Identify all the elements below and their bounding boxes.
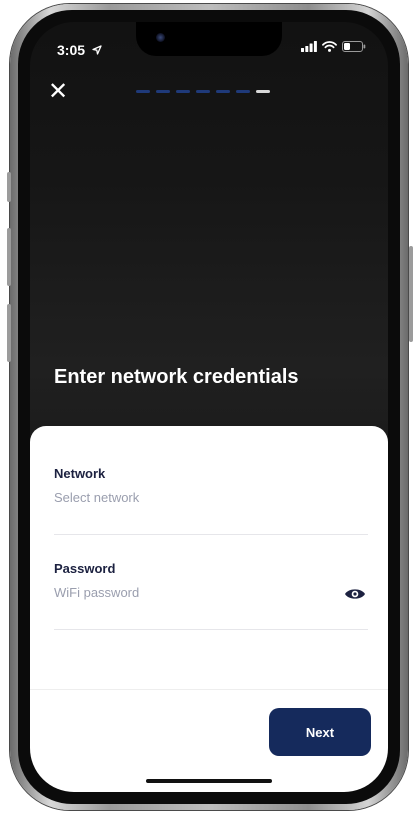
eye-icon[interactable] (344, 587, 366, 601)
home-indicator (146, 779, 272, 783)
password-field: Password (54, 561, 368, 630)
footer-divider (30, 689, 388, 690)
close-button[interactable]: ✕ (46, 80, 70, 104)
progress-step-complete (196, 90, 210, 93)
next-button[interactable]: Next (269, 708, 371, 756)
progress-step-complete (136, 90, 150, 93)
page-title: Enter network credentials (54, 366, 299, 388)
credentials-sheet: Network Password Next (30, 426, 388, 792)
progress-step-complete (156, 90, 170, 93)
volume-up-button (7, 228, 11, 286)
network-input[interactable] (54, 490, 314, 505)
password-label: Password (54, 561, 116, 576)
app-screen: 3:05 ✕ Enter network credentials Network (30, 22, 388, 792)
battery-icon (342, 41, 366, 52)
network-label: Network (54, 466, 106, 481)
progress-step-complete (236, 90, 250, 93)
mute-switch (7, 172, 11, 202)
cellular-signal-icon (301, 41, 317, 52)
status-icons (301, 41, 366, 52)
close-icon: ✕ (47, 78, 69, 105)
network-field: Network (54, 466, 368, 535)
location-arrow-icon (92, 45, 102, 55)
volume-down-button (7, 304, 11, 362)
password-input[interactable] (54, 585, 314, 600)
progress-step-current (256, 90, 270, 93)
step-progress-indicator (136, 90, 270, 93)
progress-step-complete (216, 90, 230, 93)
wifi-icon (322, 41, 337, 52)
power-button (409, 246, 413, 342)
status-time: 3:05 (57, 42, 102, 58)
progress-step-complete (176, 90, 190, 93)
front-camera (156, 33, 165, 42)
